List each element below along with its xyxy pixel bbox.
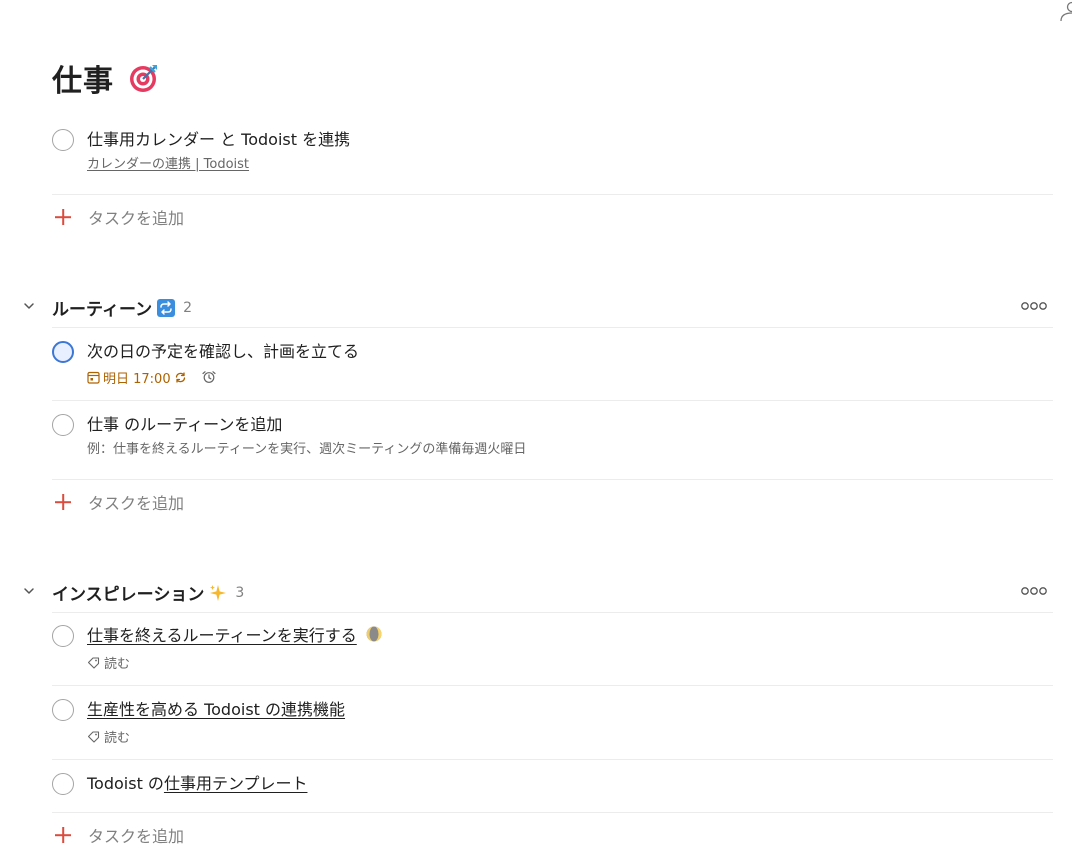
task-title-link[interactable]: 仕事を終えるルーティーンを実行する <box>87 626 357 645</box>
plus-icon <box>52 824 74 846</box>
task-item[interactable]: 仕事 のルーティーンを追加 例：仕事を終えるルーティーンを実行、週次ミーティング… <box>52 414 1053 464</box>
tag-icon <box>87 730 100 743</box>
repeat-icon <box>157 298 176 317</box>
account-icon[interactable] <box>1058 0 1072 22</box>
section-title[interactable]: インスピレーション 3 <box>52 580 244 605</box>
section-title[interactable]: ルーティーン 2 <box>52 295 192 320</box>
add-task-label: タスクを追加 <box>88 209 185 228</box>
task-checkbox-priority-2[interactable] <box>52 341 74 363</box>
section-header-inspiration: インスピレーション 3 <box>18 577 1058 605</box>
task-title-link[interactable]: 生産性を高める Todoist の連携機能 <box>87 700 345 719</box>
task-checkbox[interactable] <box>52 414 74 436</box>
divider <box>52 812 1053 813</box>
tag-icon <box>87 656 100 669</box>
section-name: インスピレーション <box>52 585 205 605</box>
task-meta: 明日 17:00 <box>87 368 217 387</box>
plus-icon <box>52 491 74 513</box>
divider <box>52 685 1053 686</box>
recurring-icon <box>175 371 185 383</box>
task-checkbox[interactable] <box>52 773 74 795</box>
label-text[interactable]: 読む <box>104 653 130 672</box>
section-count: 2 <box>183 299 193 316</box>
task-title[interactable]: Todoist の仕事用テンプレート <box>87 773 307 795</box>
task-title[interactable]: 次の日の予定を確認し、計画を立てる <box>87 341 359 363</box>
add-task-button[interactable]: タスクを追加 <box>52 490 184 514</box>
add-task-label: タスクを追加 <box>88 827 185 846</box>
task-labels: 読む <box>87 653 130 672</box>
more-options-icon[interactable] <box>1020 586 1048 596</box>
divider <box>52 479 1053 480</box>
task-item[interactable]: 仕事を終えるルーティーンを実行する 読む <box>52 625 1053 675</box>
due-date[interactable]: 明日 17:00 <box>87 368 187 387</box>
moon-icon <box>366 626 382 642</box>
divider <box>52 612 1053 613</box>
task-checkbox[interactable] <box>52 699 74 721</box>
page-title: 仕事 <box>52 56 160 100</box>
chevron-down-icon[interactable] <box>22 584 36 598</box>
sparkles-icon <box>210 584 227 601</box>
task-title[interactable]: 生産性を高める Todoist の連携機能 <box>87 699 345 721</box>
task-item[interactable]: 生産性を高める Todoist の連携機能 読む <box>52 699 1053 749</box>
task-title[interactable]: 仕事用カレンダー と Todoist を連携 <box>87 129 350 151</box>
task-title[interactable]: 仕事を終えるルーティーンを実行する <box>87 625 382 647</box>
section-name: ルーティーン <box>52 300 153 320</box>
task-checkbox[interactable] <box>52 625 74 647</box>
task-description: 例：仕事を終えるルーティーンを実行、週次ミーティングの準備毎週火曜日 <box>87 442 527 457</box>
divider <box>52 194 1053 195</box>
plus-icon <box>52 206 74 228</box>
label-text[interactable]: 読む <box>104 727 130 746</box>
task-title[interactable]: 仕事 のルーティーンを追加 <box>87 414 282 436</box>
calendar-icon <box>87 371 100 384</box>
divider <box>52 400 1053 401</box>
add-task-label: タスクを追加 <box>88 494 185 513</box>
more-options-icon[interactable] <box>1020 301 1048 311</box>
task-item[interactable]: 仕事用カレンダー と Todoist を連携 カレンダーの連携 | Todois… <box>52 129 1053 177</box>
divider <box>52 759 1053 760</box>
task-description-link[interactable]: カレンダーの連携 | Todoist <box>87 156 249 174</box>
task-labels: 読む <box>87 727 130 746</box>
section-header-routine: ルーティーン 2 <box>18 292 1058 320</box>
divider <box>52 327 1053 328</box>
project-title: 仕事 <box>52 64 114 99</box>
task-title-prefix: Todoist の <box>87 774 164 793</box>
alarm-icon[interactable] <box>201 370 217 384</box>
chevron-down-icon[interactable] <box>22 299 36 313</box>
direct-hit-icon <box>130 65 157 92</box>
task-item[interactable]: Todoist の仕事用テンプレート <box>52 773 1053 799</box>
task-checkbox[interactable] <box>52 129 74 151</box>
add-task-button[interactable]: タスクを追加 <box>52 823 184 847</box>
due-date-text: 明日 17:00 <box>103 371 171 387</box>
task-title-link[interactable]: 仕事用テンプレート <box>164 774 308 793</box>
task-item[interactable]: 次の日の予定を確認し、計画を立てる 明日 17:00 <box>52 341 1053 391</box>
add-task-button[interactable]: タスクを追加 <box>52 205 184 229</box>
section-count: 3 <box>235 584 245 601</box>
